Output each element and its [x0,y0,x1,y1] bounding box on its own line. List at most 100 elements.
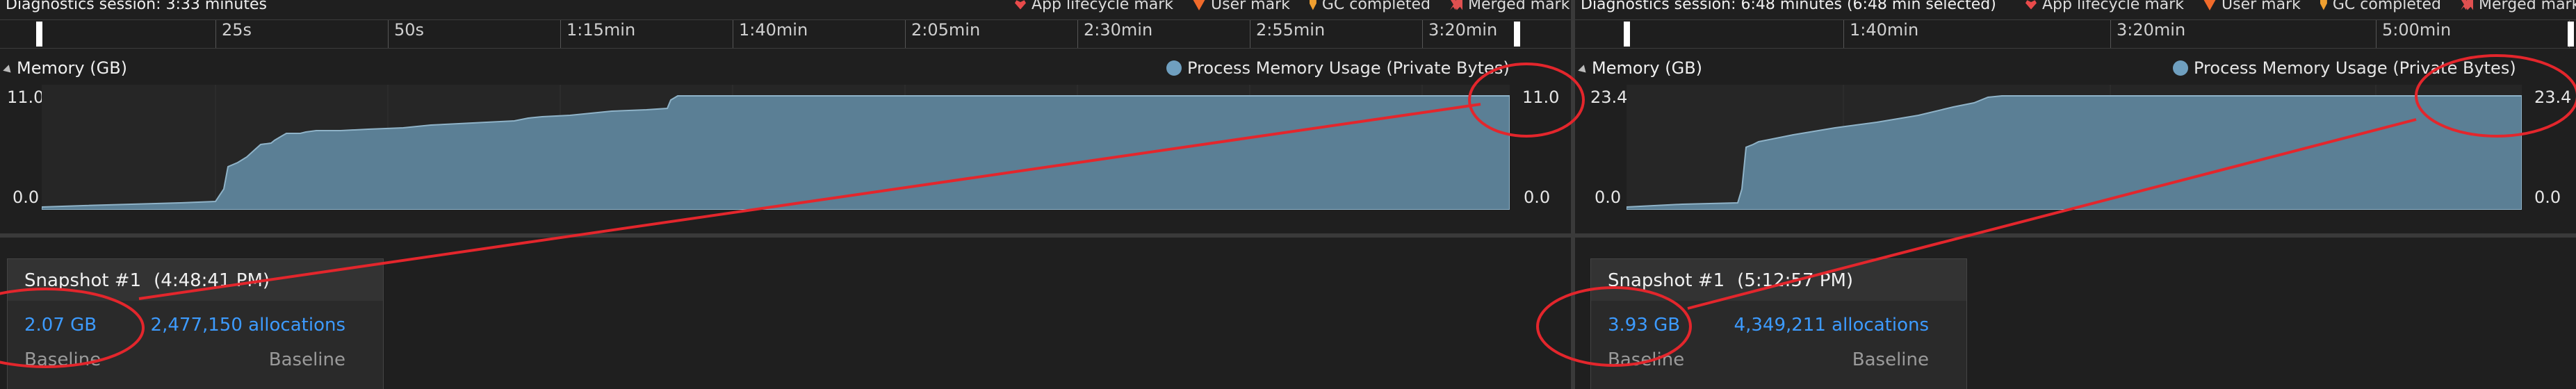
ruler-tick-label: 1:15min [566,20,636,40]
series-dot-icon [2173,60,2188,76]
legend-gc-completed: GC completed [1309,0,1431,13]
snapshot-name: Snapshot #1 [24,270,142,291]
series-legend-label: Process Memory Usage (Private Bytes) [1187,58,1510,78]
ruler-tick-label: 50s [394,20,425,40]
snapshot-allocations-link[interactable]: 4,349,211 allocations [1734,315,1929,336]
legend-label: User mark [2222,0,2301,13]
ruler-tick: 3:20min [2110,20,2185,48]
heart-mark-icon [1015,0,1026,10]
snapshot-card[interactable]: Snapshot #1 (4:48:41 PM) 2.07 GB 2,477,15… [7,258,384,389]
y-axis-max-right: 23.4 [2534,88,2572,107]
legend-label: GC completed [1321,0,1431,13]
down-arrow-mark-icon [1193,0,1206,10]
selection-start-handle[interactable] [1624,22,1630,47]
snapshot-allocs-baseline: Baseline [1852,349,1929,370]
y-axis-max-left: 23.4 [1590,88,1628,107]
snapshot-time: (5:12:57 PM) [1737,270,1854,291]
legend-label: Merged mark [2479,0,2576,13]
legend-app-lifecycle: App lifecycle mark [1015,0,1173,13]
y-axis-min-left: 0.0 [1595,188,1622,207]
ruler-tick: 2:05min [905,20,980,48]
ruler-tick-label: 25s [222,20,252,40]
y-axis-max-right: 11.0 [1522,88,1560,107]
right-diagnostics-panel: Diagnostics session: 6:48 minutes (6:48 … [1575,0,2576,389]
snapshot-heap-size-link[interactable]: 3.93 GB [1608,315,1680,336]
marks-legend: App lifecycle mark User mark GC complete… [2025,0,2576,13]
memory-usage-chart[interactable] [1626,85,2522,210]
ruler-tick-label: 2:05min [911,20,981,40]
y-axis-max-left: 11.0 [7,88,44,107]
legend-merged-mark: Merged mark [2461,0,2576,13]
y-axis-min-right: 0.0 [2534,188,2561,207]
legend-user-mark: User mark [2203,0,2301,13]
merged-mark-icon [1450,0,1463,10]
pin-mark-icon [1309,0,1316,10]
snapshot-title: Snapshot #1 (5:12:57 PM) [1608,270,1853,291]
session-bar: Diagnostics session: 6:48 minutes (6:48 … [1575,0,2576,15]
ruler-tick: 5:00min [2376,20,2451,48]
left-diagnostics-panel: Diagnostics session: 3:33 minutes App li… [0,0,1571,389]
ruler-tick: 25s [215,20,252,48]
memory-usage-chart-svg [1626,85,2522,210]
memory-title-label: Memory (GB) [17,58,128,78]
series-legend: Process Memory Usage (Private Bytes) [2173,58,2516,78]
memory-title-label: Memory (GB) [1592,58,1703,78]
timeline-ruler[interactable]: 25s 50s 1:15min 1:40min 2:05min 2:30min … [0,19,1571,49]
ruler-tick: 3:20min [1422,20,1497,48]
snapshot-time: (4:48:41 PM) [154,270,270,291]
memory-chart-header: Memory (GB) Process Memory Usage (Privat… [1575,54,2576,82]
memory-usage-chart-svg [41,85,1510,210]
section-divider [0,233,1571,238]
memory-area-right [1626,95,2522,210]
pin-mark-icon [2320,0,2327,10]
ruler-tick: 1:15min [560,20,635,48]
ruler-tick-label: 3:20min [2117,20,2186,40]
section-divider [1575,233,2576,238]
y-axis-min-left: 0.0 [13,188,40,207]
ruler-tick: 1:40min [1843,20,1918,48]
snapshot-size-baseline: Baseline [1608,349,1685,370]
snapshot-size-baseline: Baseline [24,349,101,370]
legend-user-mark: User mark [1193,0,1290,13]
snapshot-card[interactable]: Snapshot #1 (5:12:57 PM) 3.93 GB 4,349,21… [1590,258,1967,389]
legend-app-lifecycle: App lifecycle mark [2025,0,2184,13]
ruler-tick-label: 3:20min [1428,20,1498,40]
legend-label: Merged mark [1468,0,1570,13]
down-arrow-mark-icon [2203,0,2217,10]
memory-chart-header: Memory (GB) Process Memory Usage (Privat… [0,54,1571,82]
ruler-tick-label: 5:00min [2382,20,2452,40]
legend-merged-mark: Merged mark [1450,0,1570,13]
snapshot-heap-size-link[interactable]: 2.07 GB [24,315,97,336]
series-legend-label: Process Memory Usage (Private Bytes) [2194,58,2516,78]
session-title: Diagnostics session: 6:48 minutes (6:48 … [1581,0,1996,13]
merged-mark-icon [2461,0,2474,10]
legend-gc-completed: GC completed [2320,0,2441,13]
legend-label: User mark [1211,0,1290,13]
series-legend: Process Memory Usage (Private Bytes) [1166,58,1510,78]
selection-end-handle[interactable] [2568,22,2574,47]
session-bar: Diagnostics session: 3:33 minutes App li… [0,0,1571,15]
legend-label: App lifecycle mark [1032,0,1174,13]
ruler-tick: 50s [388,20,424,48]
snapshot-allocs-baseline: Baseline [268,349,345,370]
memory-usage-chart[interactable] [41,85,1510,210]
timeline-ruler[interactable]: 1:40min 3:20min 5:00min 6: [1575,19,2576,49]
selection-end-handle[interactable] [1514,22,1520,47]
memory-area-left [41,95,1510,210]
ruler-tick-label: 2:30min [1084,20,1153,40]
ruler-tick-label: 1:40min [739,20,808,40]
memory-chart-title[interactable]: Memory (GB) [1578,58,1703,78]
snapshot-allocations-link[interactable]: 2,477,150 allocations [151,315,345,336]
legend-label: App lifecycle mark [2042,0,2185,13]
legend-label: GC completed [2332,0,2442,13]
session-title: Diagnostics session: 3:33 minutes [6,0,267,13]
y-axis-min-right: 0.0 [1524,188,1551,207]
collapse-triangle-icon[interactable] [3,65,14,76]
snapshot-title: Snapshot #1 (4:48:41 PM) [24,270,270,291]
selection-start-handle[interactable] [36,22,42,47]
memory-chart-title[interactable]: Memory (GB) [3,58,128,78]
ruler-tick-label: 1:40min [1850,20,1919,40]
series-dot-icon [1166,60,1182,76]
collapse-triangle-icon[interactable] [1578,65,1589,76]
marks-legend: App lifecycle mark User mark GC complete… [1015,0,1570,13]
